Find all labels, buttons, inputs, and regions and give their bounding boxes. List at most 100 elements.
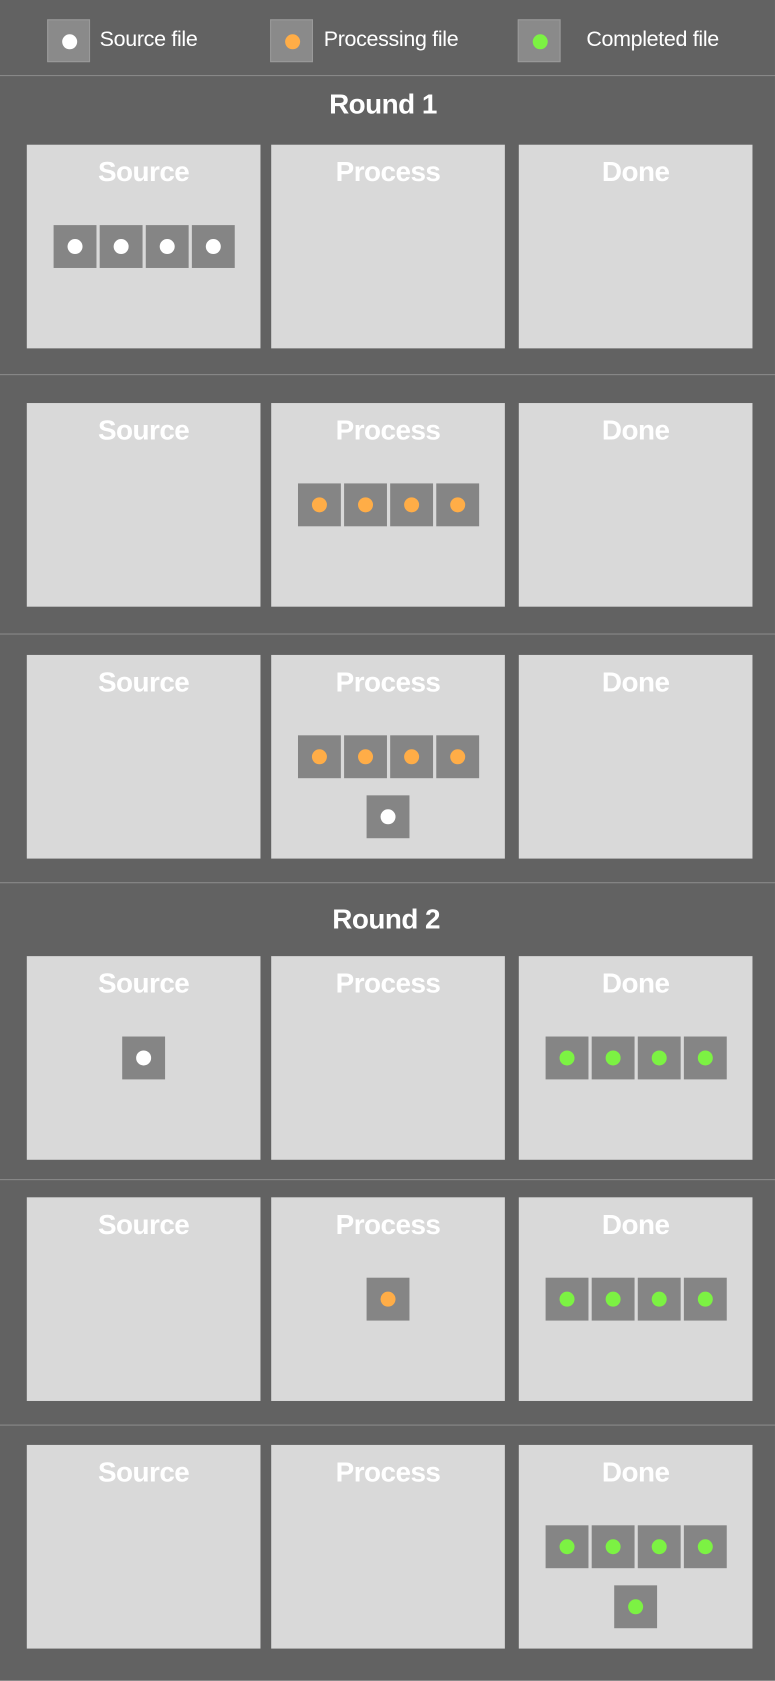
panel-done: Done [518, 654, 753, 859]
file-completed [545, 1036, 589, 1080]
file-processing [297, 483, 341, 527]
white-dot-icon [62, 34, 78, 50]
green-dot-icon [651, 1291, 667, 1307]
legend-completed-label: Completed file [586, 27, 719, 52]
file-processing [390, 483, 434, 527]
file-processing [344, 735, 387, 779]
divider [0, 75, 775, 77]
panel-title-done: Done [601, 155, 670, 188]
green-dot-icon [532, 34, 548, 50]
divider [0, 1179, 775, 1181]
orange-dot-icon [404, 749, 420, 765]
panel-title-source: Source [97, 413, 190, 446]
orange-dot-icon [358, 749, 374, 765]
panel-source: Source [26, 956, 261, 1160]
panel-title-done: Done [601, 1455, 670, 1488]
legend-source-label: Source file [99, 27, 198, 52]
panel-source: Source [26, 654, 261, 859]
orange-dot-icon [380, 1291, 396, 1307]
panel-title-done: Done [601, 966, 670, 1000]
file-processing [390, 735, 434, 779]
green-dot-icon [697, 1539, 713, 1555]
green-dot-icon [697, 1050, 713, 1066]
white-dot-icon [380, 809, 396, 825]
file-source [122, 1036, 166, 1080]
green-dot-icon [651, 1539, 667, 1555]
file-completed [683, 1036, 727, 1080]
panel-done: Done [518, 1444, 753, 1649]
green-dot-icon [605, 1050, 621, 1066]
file-source [53, 225, 97, 268]
file-completed [614, 1585, 658, 1629]
divider [0, 374, 775, 376]
file-completed [545, 1525, 589, 1569]
orange-dot-icon [404, 497, 420, 513]
white-dot-icon [205, 239, 221, 255]
green-dot-icon [651, 1050, 667, 1066]
file-source [145, 225, 189, 268]
orange-dot-icon [358, 497, 374, 513]
panel-process: Process [271, 654, 505, 859]
divider [0, 882, 775, 884]
file-source [366, 795, 410, 839]
legend-processing-label: Processing file [323, 27, 459, 52]
panel-source: Source [26, 1197, 261, 1401]
panel-source: Source [26, 144, 261, 349]
panel-title-process: Process [335, 155, 441, 188]
green-dot-icon [697, 1291, 713, 1307]
panel-source: Source [26, 403, 261, 607]
panel-title-process: Process [335, 966, 441, 1000]
file-source [99, 225, 143, 268]
panel-title-done: Done [601, 413, 670, 446]
file-completed [637, 1525, 681, 1569]
panel-title-source: Source [97, 1208, 190, 1241]
file-source [191, 225, 235, 268]
orange-dot-icon [311, 497, 327, 513]
white-dot-icon [113, 239, 129, 255]
white-dot-icon [159, 239, 175, 255]
file-processing [366, 1277, 410, 1321]
panel-process: Process [271, 956, 505, 1160]
legend-source-chip [47, 19, 91, 63]
panel-source: Source [26, 1444, 261, 1649]
orange-dot-icon [285, 34, 301, 50]
legend-processing-chip [270, 19, 313, 63]
file-processing [344, 483, 387, 527]
panel-done: Done [518, 1197, 753, 1401]
panel-process: Process [271, 1197, 505, 1401]
panel-title-process: Process [335, 413, 441, 446]
orange-dot-icon [450, 497, 466, 513]
file-completed [683, 1277, 727, 1321]
divider [0, 1424, 775, 1426]
panel-title-process: Process [335, 665, 441, 698]
round-1-title: Round 1 [329, 87, 437, 121]
green-dot-icon [559, 1539, 575, 1555]
green-dot-icon [605, 1539, 621, 1555]
green-dot-icon [559, 1050, 575, 1066]
panel-process: Process [271, 403, 505, 607]
panel-process: Process [271, 144, 505, 349]
file-processing [436, 735, 480, 779]
panel-process: Process [271, 1444, 505, 1649]
legend-completed-chip [517, 19, 561, 63]
white-dot-icon [67, 239, 83, 255]
file-completed [545, 1277, 589, 1321]
file-completed [683, 1525, 727, 1569]
file-processing [436, 483, 480, 527]
panel-done: Done [518, 403, 753, 607]
divider [0, 633, 775, 635]
green-dot-icon [605, 1291, 621, 1307]
file-processing-diagram: Source file Processing file Completed fi… [0, 0, 775, 1681]
green-dot-icon [628, 1599, 644, 1615]
panel-title-done: Done [601, 665, 670, 698]
panel-title-source: Source [97, 1455, 190, 1488]
round-2-title: Round 2 [332, 902, 441, 935]
file-processing [297, 735, 341, 779]
orange-dot-icon [311, 749, 327, 765]
file-completed [637, 1277, 681, 1321]
panel-title-process: Process [335, 1208, 441, 1241]
file-completed [591, 1277, 635, 1321]
panel-title-source: Source [97, 155, 190, 188]
panel-title-source: Source [97, 966, 190, 1000]
orange-dot-icon [450, 749, 466, 765]
